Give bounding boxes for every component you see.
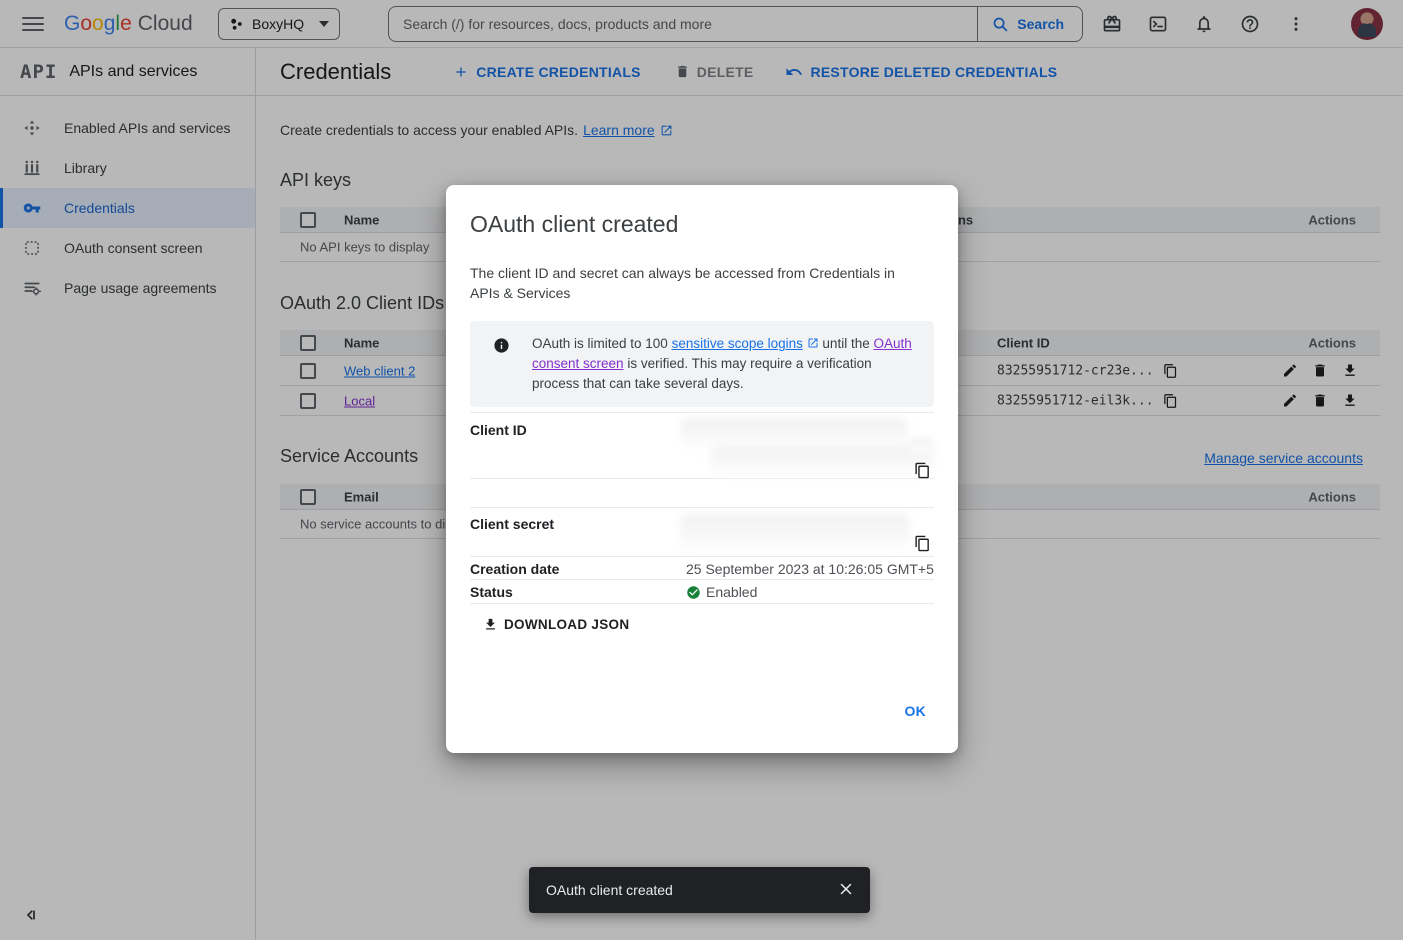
check-circle-icon (686, 585, 701, 600)
redacted-client-id (908, 438, 935, 453)
dialog-body-text: The client ID and secret can always be a… (470, 263, 922, 303)
download-json-button[interactable]: DOWNLOAD JSON (483, 617, 629, 632)
snackbar: OAuth client created (529, 867, 870, 913)
dialog-title: OAuth client created (470, 211, 678, 238)
info-icon (470, 334, 532, 394)
creation-date-row: Creation date 25 September 2023 at 10:26… (470, 557, 934, 580)
spacer-row (470, 479, 934, 508)
client-id-row: Client ID (470, 412, 934, 479)
redacted-client-id (710, 446, 934, 475)
google-cloud-console: Google Cloud BoxyHQ Search (/) for resou… (0, 0, 1403, 940)
dialog-fields: Client ID Client secret Creation date 25… (470, 412, 934, 604)
redacted-client-secret (680, 514, 910, 550)
notice-box: OAuth is limited to 100 sensitive scope … (470, 321, 934, 407)
status-value: Enabled (706, 584, 757, 600)
oauth-client-created-dialog: OAuth client created The client ID and s… (446, 185, 958, 753)
close-icon[interactable] (837, 880, 857, 900)
sensitive-scope-logins-link[interactable]: sensitive scope logins (672, 336, 803, 351)
notice-text: OAuth is limited to 100 sensitive scope … (532, 334, 920, 394)
download-icon (483, 617, 498, 632)
redacted-client-id (680, 418, 908, 448)
ok-button[interactable]: OK (897, 697, 935, 725)
status-row: Status Enabled (470, 580, 934, 604)
copy-icon[interactable] (914, 462, 931, 479)
external-link-icon (807, 337, 819, 349)
creation-date-value: 25 September 2023 at 10:26:05 GMT+5 (686, 561, 934, 577)
copy-icon[interactable] (914, 535, 931, 552)
snackbar-message: OAuth client created (546, 882, 673, 898)
client-secret-row: Client secret (470, 508, 934, 557)
